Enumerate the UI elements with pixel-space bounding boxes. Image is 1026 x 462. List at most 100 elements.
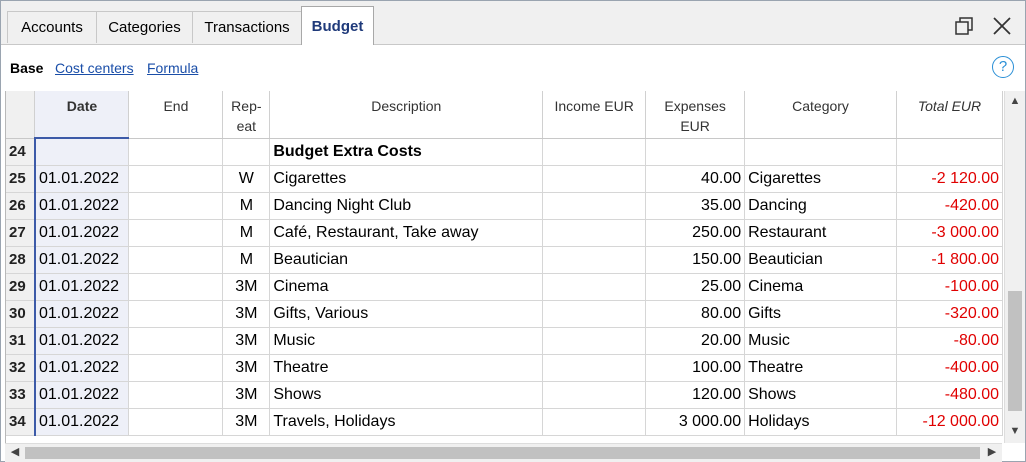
total-cell[interactable]: -400.00	[896, 354, 1003, 382]
column-header-category[interactable]: Category	[744, 91, 897, 139]
subtab-cost-centers[interactable]: Cost centers	[55, 60, 134, 76]
category-cell[interactable]: Cinema	[744, 273, 897, 301]
income-cell[interactable]	[542, 381, 647, 409]
end-cell[interactable]	[128, 273, 224, 301]
table-row[interactable]: 34 01.01.2022 3M Travels, Holidays 3 000.00 H…	[6, 408, 1003, 436]
repeat-cell[interactable]: 3M	[222, 408, 271, 436]
table-row[interactable]: 28 01.01.2022 M Beautician 150.00 Beautician -…	[6, 246, 1003, 274]
table-row[interactable]: 25 01.01.2022 W Cigarettes 40.00 Cigarettes -2…	[6, 165, 1003, 193]
repeat-cell[interactable]	[222, 138, 271, 166]
description-cell[interactable]: Cinema	[269, 273, 544, 301]
income-cell[interactable]	[542, 219, 647, 247]
description-cell[interactable]: Beautician	[269, 246, 544, 274]
income-cell[interactable]	[542, 165, 647, 193]
end-cell[interactable]	[128, 165, 224, 193]
income-cell[interactable]	[542, 192, 647, 220]
table-row[interactable]: 29 01.01.2022 3M Cinema 25.00 Cinema -100.00	[6, 273, 1003, 301]
end-cell[interactable]	[128, 138, 224, 166]
income-cell[interactable]	[542, 354, 647, 382]
date-cell[interactable]	[33, 138, 130, 166]
description-cell[interactable]: Cigarettes	[269, 165, 544, 193]
total-cell[interactable]: -2 120.00	[896, 165, 1003, 193]
income-cell[interactable]	[542, 273, 647, 301]
total-cell[interactable]: -3 000.00	[896, 219, 1003, 247]
end-cell[interactable]	[128, 354, 224, 382]
tab-budget[interactable]: Budget	[301, 6, 374, 45]
repeat-cell[interactable]: 3M	[222, 300, 271, 328]
column-header-description[interactable]: Description	[269, 91, 544, 139]
total-cell[interactable]: -420.00	[896, 192, 1003, 220]
date-cell[interactable]: 01.01.2022	[33, 192, 130, 220]
total-cell[interactable]: -100.00	[896, 273, 1003, 301]
income-cell[interactable]	[542, 408, 647, 436]
date-cell[interactable]: 01.01.2022	[33, 381, 130, 409]
category-cell[interactable]: Restaurant	[744, 219, 897, 247]
date-cell[interactable]: 01.01.2022	[33, 219, 130, 247]
date-cell[interactable]: 01.01.2022	[33, 165, 130, 193]
income-cell[interactable]	[542, 327, 647, 355]
horizontal-scrollbar[interactable]: ◀ ▶	[5, 443, 1002, 462]
repeat-cell[interactable]: 3M	[222, 327, 271, 355]
table-row[interactable]: 30 01.01.2022 3M Gifts, Various 80.00 Gifts -3…	[6, 300, 1003, 328]
repeat-cell[interactable]: 3M	[222, 273, 271, 301]
expenses-cell[interactable]: 20.00	[645, 327, 746, 355]
description-cell[interactable]: Theatre	[269, 354, 544, 382]
category-cell[interactable]: Shows	[744, 381, 897, 409]
table-row[interactable]: 27 01.01.2022 M Café, Restaurant, Take away…	[6, 219, 1003, 247]
restore-window-icon[interactable]	[953, 15, 975, 37]
date-cell[interactable]: 01.01.2022	[33, 273, 130, 301]
repeat-cell[interactable]: W	[222, 165, 271, 193]
end-cell[interactable]	[128, 219, 224, 247]
column-header-date[interactable]: Date	[34, 91, 130, 139]
description-cell[interactable]: Gifts, Various	[269, 300, 544, 328]
table-row[interactable]: 31 01.01.2022 3M Music 20.00 Music -80.00	[6, 327, 1003, 355]
expenses-cell[interactable]: 40.00	[645, 165, 746, 193]
end-cell[interactable]	[128, 327, 224, 355]
end-cell[interactable]	[128, 408, 224, 436]
column-header-expenses[interactable]: Expenses EUR	[645, 91, 746, 139]
date-cell[interactable]: 01.01.2022	[33, 354, 130, 382]
subtab-formula[interactable]: Formula	[147, 60, 198, 76]
repeat-cell[interactable]: 3M	[222, 354, 271, 382]
total-cell[interactable]: -12 000.00	[896, 408, 1003, 436]
end-cell[interactable]	[128, 300, 224, 328]
column-header-repeat[interactable]: Rep-eat	[222, 91, 271, 139]
table-row[interactable]: 32 01.01.2022 3M Theatre 100.00 Theatre -400.0…	[6, 354, 1003, 382]
column-header-income[interactable]: Income EUR	[542, 91, 647, 139]
date-cell[interactable]: 01.01.2022	[33, 300, 130, 328]
category-cell[interactable]: Gifts	[744, 300, 897, 328]
expenses-cell[interactable]: 250.00	[645, 219, 746, 247]
expenses-cell[interactable]: 120.00	[645, 381, 746, 409]
category-cell[interactable]	[744, 138, 897, 166]
total-cell[interactable]	[896, 138, 1003, 166]
total-cell[interactable]: -1 800.00	[896, 246, 1003, 274]
description-cell[interactable]: Budget Extra Costs	[269, 138, 544, 166]
tab-accounts[interactable]: Accounts	[7, 11, 97, 43]
vertical-scrollbar[interactable]: ▲ ▼	[1004, 91, 1025, 443]
group-header-row[interactable]: 24 Budget Extra Costs	[6, 138, 1003, 166]
end-cell[interactable]	[128, 381, 224, 409]
expenses-cell[interactable]: 35.00	[645, 192, 746, 220]
subtab-base[interactable]: Base	[10, 60, 43, 76]
table-row[interactable]: 26 01.01.2022 M Dancing Night Club 35.00 Danc…	[6, 192, 1003, 220]
expenses-cell[interactable]: 100.00	[645, 354, 746, 382]
expenses-cell[interactable]: 150.00	[645, 246, 746, 274]
expenses-cell[interactable]: 80.00	[645, 300, 746, 328]
income-cell[interactable]	[542, 246, 647, 274]
help-icon[interactable]: ?	[992, 56, 1014, 78]
date-cell[interactable]: 01.01.2022	[33, 408, 130, 436]
expenses-cell[interactable]	[645, 138, 746, 166]
category-cell[interactable]: Theatre	[744, 354, 897, 382]
repeat-cell[interactable]: M	[222, 219, 271, 247]
description-cell[interactable]: Café, Restaurant, Take away	[269, 219, 544, 247]
total-cell[interactable]: -320.00	[896, 300, 1003, 328]
income-cell[interactable]	[542, 138, 647, 166]
vertical-scroll-thumb[interactable]	[1008, 291, 1022, 411]
expenses-cell[interactable]: 3 000.00	[645, 408, 746, 436]
description-cell[interactable]: Dancing Night Club	[269, 192, 544, 220]
repeat-cell[interactable]: 3M	[222, 381, 271, 409]
column-header-total[interactable]: Total EUR	[896, 91, 1003, 139]
scroll-up-icon[interactable]: ▲	[1005, 95, 1025, 107]
income-cell[interactable]	[542, 300, 647, 328]
category-cell[interactable]: Dancing	[744, 192, 897, 220]
